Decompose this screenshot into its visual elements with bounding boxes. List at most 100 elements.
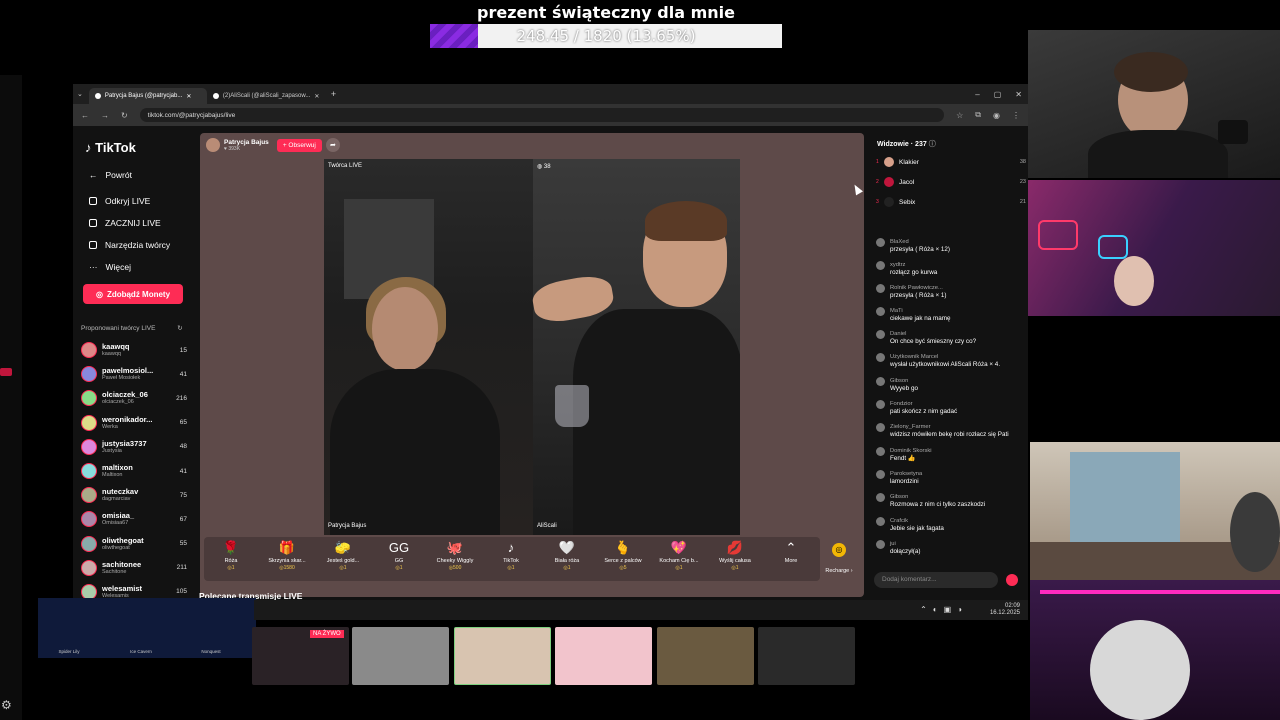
url-input[interactable]: tiktok.com/@patrycjabajus/live <box>139 108 945 122</box>
chat-message[interactable]: Crafcik Jebie sie jak fagata <box>876 517 1024 533</box>
webcam-guest-room <box>1028 180 1280 316</box>
clock[interactable]: 02:09 16.12.2025 <box>990 603 1020 617</box>
nav-discover-live[interactable]: Odkryj LIVE <box>89 196 150 206</box>
gift-item[interactable]: 💖 Kocham Cię b... ◎1 <box>652 539 706 571</box>
chat-message[interactable]: xydtrz rozłącz go kurwa <box>876 261 1024 277</box>
gift-item[interactable]: ♪ TikTok ◎1 <box>484 539 538 571</box>
gift-item[interactable]: 💋 Wyślij całusa ◎1 <box>708 539 762 571</box>
recharge-button[interactable]: ◎ Recharge › <box>820 537 858 581</box>
gift-item[interactable]: GG GG ◎1 <box>372 539 426 571</box>
nav-start-live[interactable]: ZACZNIJ LIVE <box>89 218 161 228</box>
nav-creator-tools[interactable]: Narzędzia twórcy <box>89 240 170 250</box>
avatar <box>876 284 885 293</box>
chat-message[interactable]: Paroksetyna lamordzini <box>876 470 1024 486</box>
gift-price: ◎1 <box>507 565 515 571</box>
thumbnail[interactable]: NA ŻYWO <box>252 627 349 685</box>
viewers-header[interactable]: Widzowie · 237 ⓘ <box>877 139 936 149</box>
tiktok-logo[interactable]: ♪ TikTok <box>85 140 136 155</box>
follow-button[interactable]: + Obserwuj <box>276 138 322 152</box>
tray-icons[interactable]: ⌃◐▣◑ <box>920 605 968 614</box>
minimize-button[interactable]: – <box>975 90 979 99</box>
like-heart-icon[interactable] <box>1006 574 1018 586</box>
thumbnail[interactable] <box>454 627 551 685</box>
tab-aliscali[interactable]: (2)AliScali (@aliScali_zapasow... ✕ <box>207 88 325 104</box>
chat-message[interactable]: Dominik Skorski Fendt 👍 <box>876 447 1024 463</box>
chat-message[interactable]: Zielony_Farmer widzisz mówiłem bekę robi… <box>876 423 1024 439</box>
recommended-creator[interactable]: kaawqq kaawqq 15 <box>81 338 187 362</box>
extensions-icon[interactable]: ⧉ <box>975 110 981 120</box>
close-icon[interactable]: ✕ <box>314 93 319 100</box>
gift-item[interactable]: 🤍 Biała róża ◎1 <box>540 539 594 571</box>
chat-message[interactable]: MaTi ciekawe jak na mamę <box>876 307 1024 323</box>
top-viewer[interactable]: 3 Sebix 21 <box>876 196 1026 208</box>
get-coins-button[interactable]: ◎ Zdobądź Monety <box>83 284 183 304</box>
gift-item[interactable]: 🎁 Skrzynia skar... ◎1580 <box>260 539 314 571</box>
chat-message[interactable]: Gibson Rozmowa z nim ci tylko zaszkodzi <box>876 493 1024 509</box>
back-icon[interactable]: ← <box>81 111 89 120</box>
comment-input[interactable]: Dodaj komentarz... <box>874 572 998 588</box>
thumbnail[interactable] <box>352 627 449 685</box>
info-icon[interactable]: ⓘ <box>929 141 936 148</box>
window-view <box>1070 452 1180 542</box>
creator-name: oliwthegoat <box>102 535 144 545</box>
thumbnail[interactable] <box>657 627 754 685</box>
tab-patrycja[interactable]: Patrycja Bajus (@patrycjab... ✕ <box>88 88 207 104</box>
reload-icon[interactable]: ↻ <box>121 111 128 120</box>
chat-message[interactable]: Daniel On chce być śmieszny czy co? <box>876 330 1024 346</box>
nav-back[interactable]: ← Powrót <box>89 170 132 180</box>
chat-message[interactable]: Gibson Wyyeb go <box>876 377 1024 393</box>
gift-item[interactable]: 🫰 Serce z palców ◎5 <box>596 539 650 571</box>
recommended-creator[interactable]: oliwthegoat oliwthegoat 55 <box>81 532 187 556</box>
gift-name: Serce z palców <box>604 558 642 564</box>
viewer-count: 67 <box>179 515 187 523</box>
tab-menu-icon[interactable]: ⌄ <box>77 90 83 98</box>
chat-message[interactable]: Fondzior pati skończ z nim gadać <box>876 400 1024 416</box>
thumbnail[interactable] <box>758 627 855 685</box>
avatar <box>81 511 97 528</box>
share-icon[interactable]: ➦ <box>325 138 340 152</box>
chat-text: Fendt 👍 <box>890 455 916 462</box>
recommended-creator[interactable]: omisiaa_ Omisiaa67 67 <box>81 507 187 531</box>
gift-item[interactable]: 🧽 Jesteś gold... ◎1 <box>316 539 370 571</box>
close-window-button[interactable]: ✕ <box>1015 90 1022 99</box>
host-name[interactable]: Patrycja Bajus <box>224 139 269 146</box>
chat-username: MaTi <box>890 308 903 314</box>
profile-icon[interactable]: ◉ <box>993 111 1000 120</box>
gift-item[interactable]: 🐙 Cheeky Wiggly ◎500 <box>428 539 482 571</box>
browser-window: ⌄ Patrycja Bajus (@patrycjab... ✕ (2)Ali… <box>73 84 1028 601</box>
chat-message[interactable]: jui dołączył(a) <box>876 540 1024 556</box>
gift-item[interactable]: 🌹 Róża ◎1 <box>204 539 258 571</box>
top-viewer[interactable]: 2 Jacol 23 <box>876 176 1026 188</box>
nav-more[interactable]: ··· Więcej <box>89 262 131 272</box>
recommended-creator[interactable]: nuteczkav dagmarciav 75 <box>81 483 187 507</box>
avatar[interactable] <box>206 138 220 152</box>
chat-message[interactable]: BlaXed przesyła ( Róża × 12) <box>876 238 1024 254</box>
chat-message[interactable]: Rolnik Pawłowicze... przesyła ( Róża × 1… <box>876 284 1024 300</box>
thumbnail[interactable] <box>555 627 652 685</box>
chat-text: Jebie sie jak fagata <box>890 525 944 532</box>
maximize-button[interactable]: ▢ <box>994 90 1002 99</box>
recommended-creator[interactable]: sachitonee Sachitone 211 <box>81 556 187 580</box>
recommended-creator[interactable]: weronikador... Werka 65 <box>81 411 187 435</box>
recommended-creator[interactable]: pawelmosiol... Paweł Mosiołek 41 <box>81 362 187 386</box>
top-viewer[interactable]: 1 Klakier 38 <box>876 156 1026 168</box>
new-tab-button[interactable]: + <box>331 89 336 99</box>
settings-gear-icon[interactable]: ⚙ <box>1 698 12 712</box>
forward-icon[interactable]: → <box>101 111 109 120</box>
viewer-rank: 1 <box>876 159 879 165</box>
viewer-count: 216 <box>176 394 187 402</box>
bookmark-star-icon[interactable]: ☆ <box>956 111 963 120</box>
recommended-creator[interactable]: maltixon Maltixon 41 <box>81 459 187 483</box>
chat-username: Daniel <box>890 331 907 337</box>
chat-message[interactable]: Użytkownik Marcel wysłał użytkownikowi A… <box>876 353 1024 369</box>
viewer-name: Sebix <box>899 198 916 206</box>
avatar <box>81 366 97 383</box>
menu-icon[interactable]: ⋮ <box>1012 111 1020 120</box>
refresh-icon[interactable]: ↻ <box>177 325 182 332</box>
close-icon[interactable]: ✕ <box>186 93 191 100</box>
video-player[interactable]: Twórca LIVE Patrycja Bajus ◍ 38 AliScali <box>324 159 740 535</box>
recommended-creator[interactable]: olciaczek_06 olciaczek_06 216 <box>81 386 187 410</box>
recommended-creator[interactable]: justysia3737 Justysia 48 <box>81 435 187 459</box>
gift-item[interactable]: ⌃ More <box>764 539 818 565</box>
avatar <box>81 414 97 431</box>
